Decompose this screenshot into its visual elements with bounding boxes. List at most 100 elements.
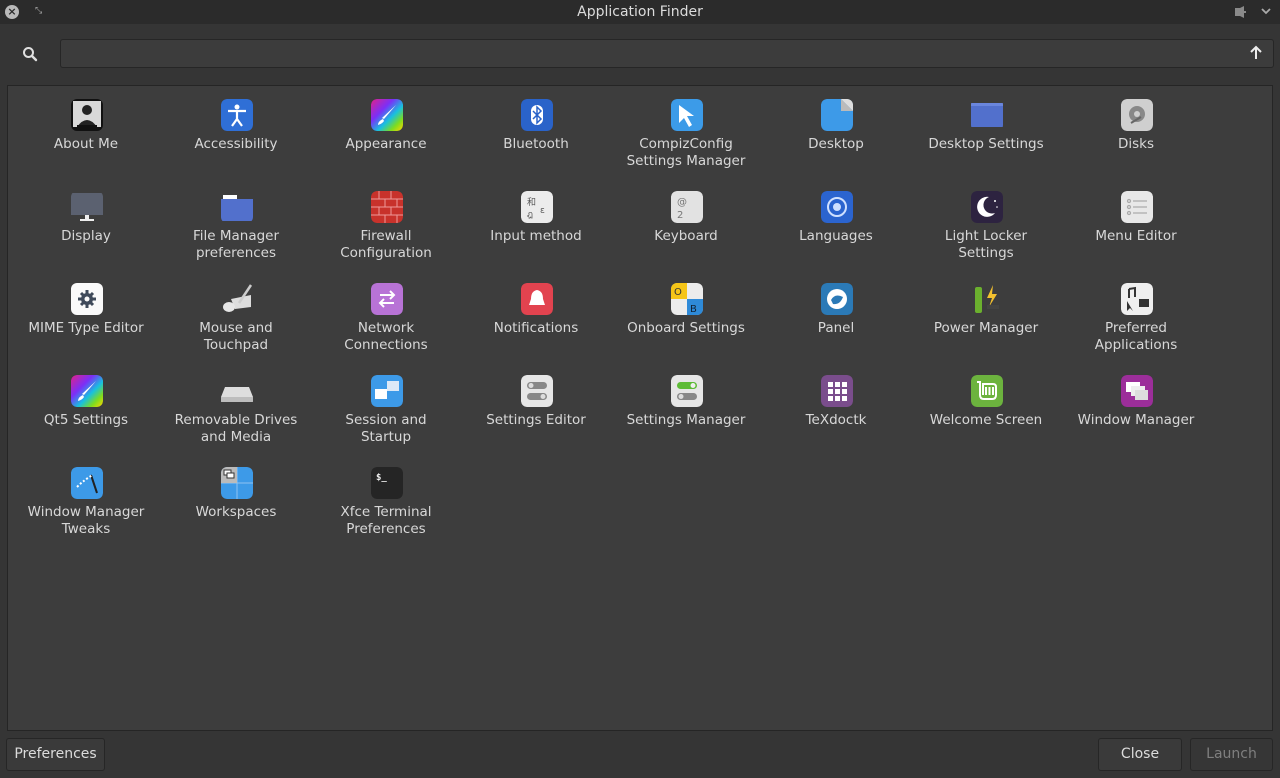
app-label: Bluetooth xyxy=(503,136,569,152)
svg-text:B: B xyxy=(690,304,697,315)
app-label: TeXdoctk xyxy=(805,412,867,428)
svg-text:ε: ε xyxy=(540,206,545,216)
svg-text:@: @ xyxy=(677,197,687,208)
app-label: Settings Editor xyxy=(486,412,586,428)
workspaces-icon xyxy=(221,467,253,499)
app-item[interactable]: File Manager preferences xyxy=(161,178,311,266)
removable-drives-icon xyxy=(221,375,253,407)
close-button[interactable]: Close xyxy=(1098,738,1182,771)
app-label: Panel xyxy=(817,320,855,336)
pin-icon[interactable] xyxy=(1234,5,1246,19)
app-item[interactable]: Window Manager Tweaks xyxy=(11,454,161,542)
texdoctk-icon xyxy=(821,375,853,407)
app-item[interactable]: Panel xyxy=(761,270,911,358)
app-label: Welcome Screen xyxy=(929,412,1043,428)
app-item[interactable]: Welcome Screen xyxy=(911,362,1061,450)
app-item[interactable]: @2 Keyboard xyxy=(611,178,761,266)
app-label: Removable Drives and Media xyxy=(174,412,298,445)
window-menu-chevron-down-icon[interactable] xyxy=(1260,4,1272,18)
app-label: Firewall Configuration xyxy=(340,228,432,261)
desktop-icon xyxy=(821,99,853,131)
app-item[interactable]: Mouse and Touchpad xyxy=(161,270,311,358)
app-label: Accessibility xyxy=(194,136,278,152)
settings-manager-icon xyxy=(671,375,703,407)
app-label: Appearance xyxy=(345,136,427,152)
about-me-icon xyxy=(71,99,103,131)
app-item[interactable]: Appearance xyxy=(311,86,461,174)
title-bar: × ⤡ Application Finder xyxy=(0,0,1280,24)
app-label: Workspaces xyxy=(195,504,277,520)
app-item[interactable]: Session and Startup xyxy=(311,362,461,450)
notifications-icon xyxy=(521,283,553,315)
app-label: Onboard Settings xyxy=(627,320,745,336)
mime-type-editor-icon xyxy=(71,283,103,315)
app-item[interactable]: Power Manager xyxy=(911,270,1061,358)
app-item[interactable]: Bluetooth xyxy=(461,86,611,174)
app-item[interactable]: Desktop Settings xyxy=(911,86,1061,174)
app-label: Languages xyxy=(799,228,873,244)
app-item[interactable]: About Me xyxy=(11,86,161,174)
appearance-icon xyxy=(371,99,403,131)
app-item[interactable]: Settings Manager xyxy=(611,362,761,450)
app-label: Window Manager Tweaks xyxy=(27,504,145,537)
menu-editor-icon xyxy=(1121,191,1153,223)
app-label: Desktop xyxy=(808,136,864,152)
svg-text:ฎ: ฎ xyxy=(527,210,533,220)
app-item[interactable]: Desktop xyxy=(761,86,911,174)
search-icon xyxy=(22,46,38,62)
preferred-applications-icon xyxy=(1121,283,1153,315)
app-item[interactable]: Workspaces xyxy=(161,454,311,542)
app-item[interactable]: Light Locker Settings xyxy=(911,178,1061,266)
svg-text:$_: $_ xyxy=(376,473,387,483)
bluetooth-icon xyxy=(521,99,553,131)
app-label: Disks xyxy=(1117,136,1155,152)
window-manager-tweaks-icon xyxy=(71,467,103,499)
app-item[interactable]: Settings Editor xyxy=(461,362,611,450)
application-grid: About Me Accessibility Appearance Bluetooth… xyxy=(7,85,1273,731)
app-item[interactable]: Notifications xyxy=(461,270,611,358)
app-label: Input method xyxy=(490,228,582,244)
input-method-icon: 和ฎε xyxy=(521,191,553,223)
power-manager-icon xyxy=(971,283,1003,315)
app-item[interactable]: Display xyxy=(11,178,161,266)
keyboard-icon: @2 xyxy=(671,191,703,223)
app-item[interactable]: TeXdoctk xyxy=(761,362,911,450)
app-item[interactable]: Window Manager xyxy=(1061,362,1211,450)
desktop-settings-icon xyxy=(971,99,1003,131)
app-item[interactable]: Preferred Applications xyxy=(1061,270,1211,358)
app-label: Xfce Terminal Preferences xyxy=(340,504,432,537)
light-locker-icon xyxy=(971,191,1003,223)
launch-button[interactable]: Launch xyxy=(1190,738,1273,771)
onboard-settings-icon: OB xyxy=(671,283,703,315)
app-label: Session and Startup xyxy=(345,412,427,445)
app-label: Window Manager xyxy=(1077,412,1195,428)
preferences-button[interactable]: Preferences xyxy=(6,738,105,771)
mouse-touchpad-icon xyxy=(221,283,253,315)
app-item[interactable]: Firewall Configuration xyxy=(311,178,461,266)
app-item[interactable]: 和ฎ ε Input method xyxy=(461,178,611,266)
app-label: Desktop Settings xyxy=(928,136,1044,152)
arrow-up-icon[interactable] xyxy=(1248,45,1264,61)
app-item[interactable]: CompizConfig Settings Manager xyxy=(611,86,761,174)
display-icon xyxy=(71,191,103,223)
app-item[interactable]: Qt5 Settings xyxy=(11,362,161,450)
button-bar: Preferences Close Launch xyxy=(0,731,1280,778)
app-item[interactable]: Accessibility xyxy=(161,86,311,174)
accessibility-icon xyxy=(221,99,253,131)
app-label: Preferred Applications xyxy=(1094,320,1178,353)
app-item[interactable]: O B Onboard Settings xyxy=(611,270,761,358)
app-label: Mouse and Touchpad xyxy=(199,320,273,353)
app-item[interactable]: Disks xyxy=(1061,86,1211,174)
app-label: Notifications xyxy=(493,320,579,336)
app-item[interactable]: Languages xyxy=(761,178,911,266)
app-item[interactable]: MIME Type Editor xyxy=(11,270,161,358)
app-item[interactable]: Menu Editor xyxy=(1061,178,1211,266)
app-item[interactable]: Network Connections xyxy=(311,270,461,358)
app-item[interactable]: $_ Xfce Terminal Preferences xyxy=(311,454,461,542)
window-title: Application Finder xyxy=(577,4,703,20)
search-input[interactable] xyxy=(60,39,1274,68)
app-label: Settings Manager xyxy=(626,412,746,428)
file-manager-icon xyxy=(221,191,253,223)
app-item[interactable]: Removable Drives and Media xyxy=(161,362,311,450)
disks-icon xyxy=(1121,99,1153,131)
